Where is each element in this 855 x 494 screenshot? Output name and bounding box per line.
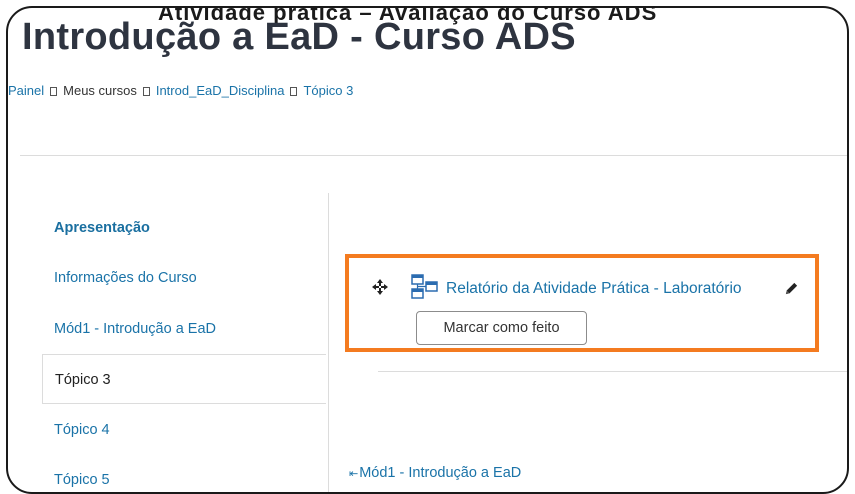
arrow-left-to-bar-icon: ⇤ bbox=[349, 468, 359, 480]
course-index-sidebar: Apresentação Informações do Curso Mód1 -… bbox=[8, 193, 329, 492]
pencil-icon[interactable] bbox=[784, 281, 799, 296]
previous-section-label: Mód1 - Introdução a EaD bbox=[359, 465, 522, 481]
breadcrumb-painel[interactable]: Painel bbox=[8, 83, 44, 98]
previous-section-link[interactable]: ⇤Mód1 - Introdução a EaD bbox=[349, 465, 521, 481]
sidebar-item-topico-3[interactable]: Tópico 3 bbox=[42, 354, 326, 404]
folder-tree-icon bbox=[411, 274, 438, 299]
activity-title-link[interactable]: Relatório da Atividade Prática - Laborat… bbox=[446, 280, 742, 298]
breadcrumb-separator-icon bbox=[50, 87, 58, 96]
sidebar-item-topico-4[interactable]: Tópico 4 bbox=[42, 405, 326, 455]
page-title: Introdução a EaD - Curso ADS bbox=[22, 16, 576, 58]
mark-as-done-button[interactable]: Marcar como feito bbox=[416, 311, 587, 345]
breadcrumb: Painel Meus cursos Introd_EaD_Disciplina Tó… bbox=[8, 83, 353, 98]
breadcrumb-topic[interactable]: Tópico 3 bbox=[303, 83, 353, 98]
header-divider bbox=[20, 155, 847, 156]
move-icon[interactable] bbox=[372, 279, 388, 295]
sidebar-item-mod1[interactable]: Mód1 - Introdução a EaD bbox=[42, 304, 326, 354]
sidebar-item-informacoes[interactable]: Informações do Curso bbox=[42, 253, 326, 303]
breadcrumb-course[interactable]: Introd_EaD_Disciplina bbox=[156, 83, 285, 98]
breadcrumb-separator-icon bbox=[142, 87, 150, 96]
sidebar-item-apresentacao[interactable]: Apresentação bbox=[42, 203, 326, 253]
section-divider bbox=[378, 371, 847, 372]
breadcrumb-separator-icon bbox=[290, 87, 298, 96]
breadcrumb-meus-cursos[interactable]: Meus cursos bbox=[63, 83, 137, 98]
screenshot-frame: Atividade prática – Avaliação do Curso A… bbox=[6, 6, 849, 494]
sidebar-item-topico-5[interactable]: Tópico 5 bbox=[42, 455, 326, 492]
